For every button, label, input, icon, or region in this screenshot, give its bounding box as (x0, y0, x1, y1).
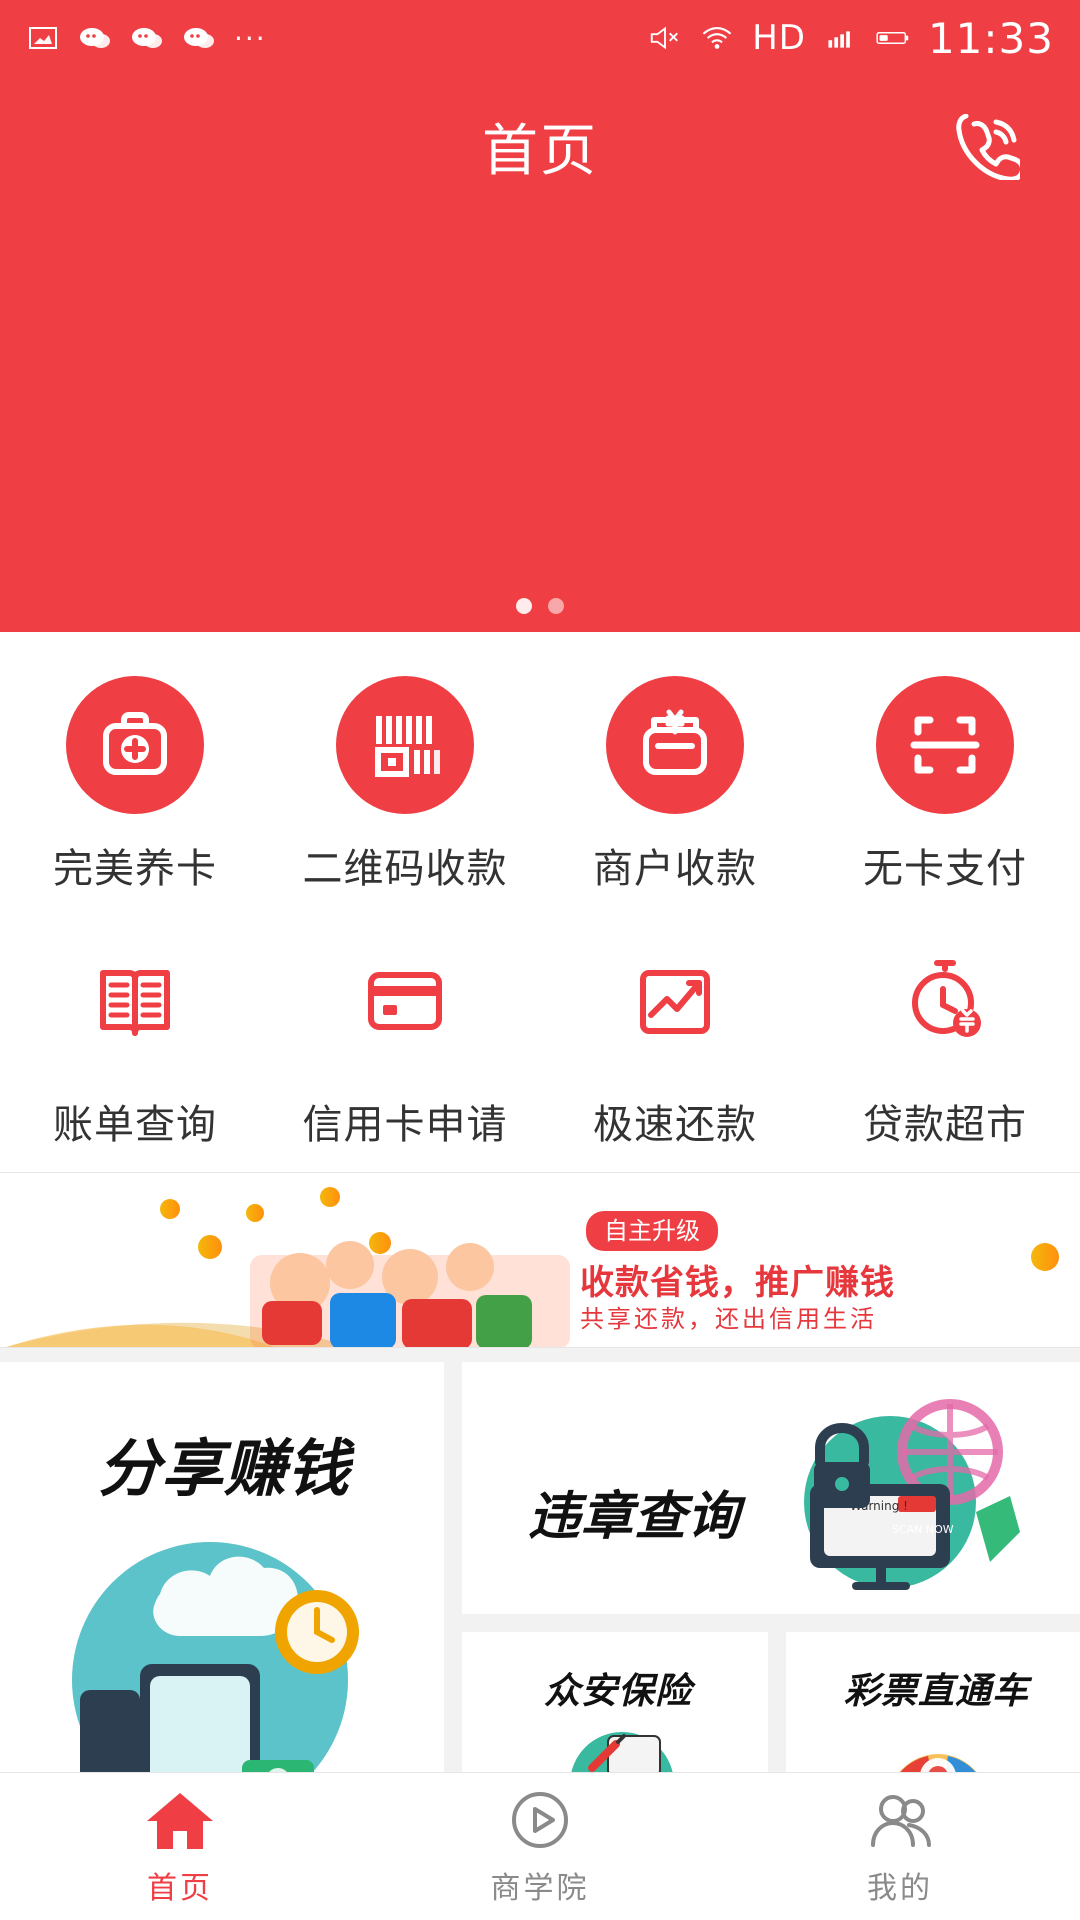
card-lottery[interactable]: 彩票直通车 (786, 1632, 1080, 1772)
banner-dot-active[interactable] (516, 598, 532, 614)
play-circle-icon (503, 1787, 577, 1853)
menu-item-bill-query[interactable]: 账单查询 (0, 932, 270, 1172)
card-title: 众安保险 (544, 1671, 693, 1712)
barcode-qr-icon (375, 716, 440, 777)
menu-item-qr-collect[interactable]: 二维码收款 (270, 676, 540, 936)
card-title: 分享赚钱 (98, 1432, 351, 1505)
status-right: HD 11:33 (648, 14, 1054, 63)
menu-icon-outline (66, 932, 204, 1070)
phone-button[interactable] (940, 100, 1034, 194)
menu-item-card-care[interactable]: 完美养卡 (0, 676, 270, 936)
menu-icon-circle (876, 676, 1014, 814)
menu-item-label: 信用卡申请 (302, 1102, 508, 1148)
scan-frame-icon (910, 716, 980, 774)
status-more-dots: ··· (234, 21, 267, 55)
menu-item-label: 二维码收款 (302, 846, 508, 892)
header-banner: ··· HD 11:33 首页 (0, 0, 1080, 632)
trend-up-icon (640, 970, 710, 1034)
card-violation-query[interactable]: 违章查询 Warning ! SCAN NOW (462, 1362, 1080, 1614)
promo-title: 收款省钱，推广赚钱 (580, 1263, 895, 1303)
promo-banner[interactable]: 自主升级 收款省钱，推广赚钱 共享还款，还出信用生活 (0, 1172, 1080, 1348)
wallet-yen-icon (643, 709, 707, 775)
menu-item-label: 商户收款 (593, 846, 757, 892)
app-screen: ··· HD 11:33 首页 完美养卡 二维码收款 商户收款 无卡支付 账单查… (0, 0, 1080, 1920)
image-icon (26, 21, 60, 55)
medical-kit-icon (103, 712, 167, 775)
nav-home[interactable]: 首页 (0, 1773, 360, 1920)
mute-icon (648, 21, 682, 55)
credit-card-icon (368, 972, 442, 1030)
promo-subtitle: 共享还款，还出信用生活 (580, 1305, 877, 1333)
violation-illustration: Warning ! SCAN NOW (804, 1399, 1020, 1590)
status-left: ··· (26, 21, 267, 55)
menu-icon-circle (66, 676, 204, 814)
menu-item-merchant-collect[interactable]: 商户收款 (540, 676, 810, 936)
share-earn-illustration (72, 1542, 359, 1772)
status-time: 11:33 (927, 13, 1054, 63)
menu-icon-outline (876, 932, 1014, 1070)
scan-now-text: SCAN NOW (892, 1523, 954, 1536)
nav-label: 商学院 (490, 1870, 590, 1906)
nav-label: 首页 (147, 1870, 213, 1906)
wechat-icon (182, 21, 216, 55)
menu-icon-circle (336, 676, 474, 814)
insurance-illustration (571, 1732, 673, 1772)
network-hd-label: HD (752, 18, 806, 58)
title-bar: 首页 (0, 86, 1080, 206)
menu-item-fast-repay[interactable]: 极速还款 (540, 932, 810, 1172)
promo-badge: 自主升级 (586, 1211, 718, 1251)
nav-business-school[interactable]: 商学院 (360, 1773, 720, 1920)
status-bar: ··· HD 11:33 (0, 0, 1080, 76)
menu-item-label: 完美养卡 (53, 846, 217, 892)
signal-icon (824, 21, 858, 55)
page-title: 首页 (482, 118, 598, 184)
book-icon (100, 970, 170, 1036)
phone-icon (956, 114, 1020, 180)
menu-item-loan-market[interactable]: 贷款超市 (810, 932, 1080, 1172)
card-title: 彩票直通车 (844, 1671, 1030, 1712)
wifi-icon (700, 21, 734, 55)
lottery-illustration (899, 1754, 977, 1772)
menu-item-label: 无卡支付 (863, 846, 1027, 892)
menu-icon-circle (606, 676, 744, 814)
quick-menu: 完美养卡 二维码收款 商户收款 无卡支付 账单查询 信用卡申请 极速还款 贷款超… (0, 632, 1080, 1172)
banner-pagination (0, 598, 1080, 618)
wechat-icon (130, 21, 164, 55)
wechat-icon (78, 21, 112, 55)
menu-item-cardless-pay[interactable]: 无卡支付 (810, 676, 1080, 936)
feature-cards: 分享赚钱 违章查询 Warning ! SCAN NOW 众安保险 彩票直通车 (0, 1362, 1080, 1772)
users-icon (863, 1787, 937, 1853)
menu-item-label: 极速还款 (593, 1102, 757, 1148)
quick-menu-row-1: 完美养卡 二维码收款 商户收款 无卡支付 (0, 676, 1080, 936)
card-share-earn[interactable]: 分享赚钱 (0, 1362, 444, 1772)
nav-profile[interactable]: 我的 (720, 1773, 1080, 1920)
home-icon (143, 1787, 217, 1853)
menu-item-label: 贷款超市 (863, 1102, 1027, 1148)
clock-yen-icon (912, 960, 981, 1037)
card-title: 违章查询 (528, 1487, 741, 1547)
banner-dot[interactable] (548, 598, 564, 614)
menu-item-label: 账单查询 (53, 1102, 217, 1148)
quick-menu-row-2: 账单查询 信用卡申请 极速还款 贷款超市 (0, 932, 1080, 1172)
nav-label: 我的 (867, 1870, 933, 1906)
bottom-navigation: 首页 商学院 我的 (0, 1772, 1080, 1920)
battery-icon (876, 21, 910, 55)
promo-art (0, 1173, 1080, 1347)
menu-item-credit-card-apply[interactable]: 信用卡申请 (270, 932, 540, 1172)
card-zhongan-insurance[interactable]: 众安保险 (462, 1632, 768, 1772)
menu-icon-outline (336, 932, 474, 1070)
menu-icon-outline (606, 932, 744, 1070)
